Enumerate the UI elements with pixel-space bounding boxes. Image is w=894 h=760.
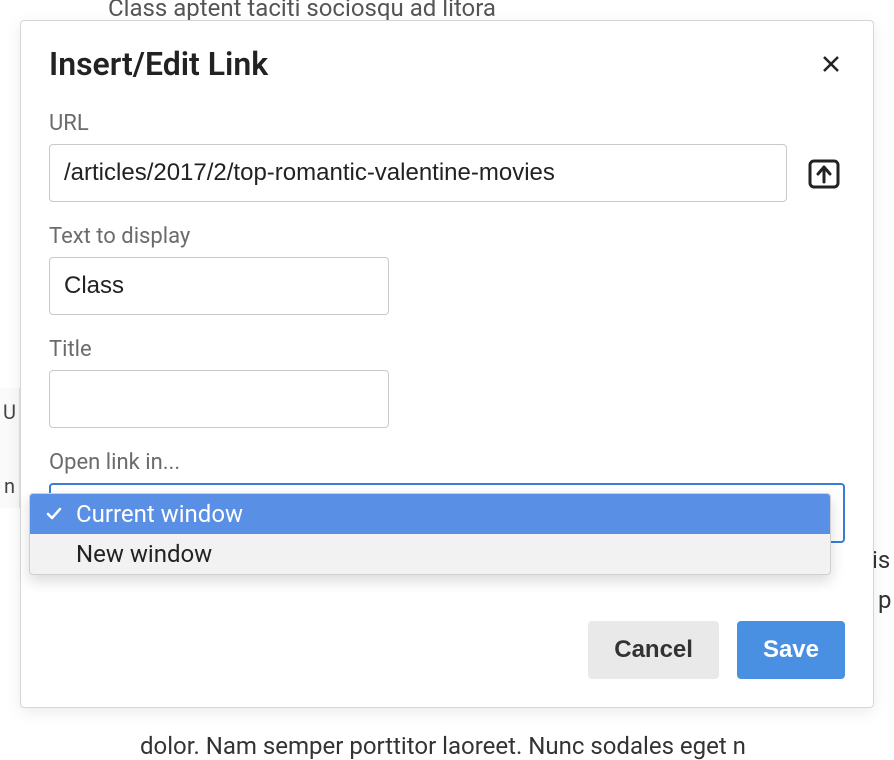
display-text-input[interactable]: [49, 257, 389, 315]
bg-text-right1: is: [872, 546, 890, 574]
link-picker-button[interactable]: [803, 152, 845, 194]
target-dropdown: Current window New window: [29, 493, 831, 575]
bg-text-right2: p: [878, 586, 891, 614]
sidebar-frag-text2: n: [0, 474, 19, 498]
target-label: Open link in...: [49, 450, 845, 475]
target-select-wrap: Current window New window: [49, 483, 845, 543]
url-input[interactable]: [49, 144, 787, 202]
sidebar-fragment: U n: [0, 388, 20, 508]
display-text-label: Text to display: [49, 224, 845, 249]
display-text-group: Text to display: [49, 224, 845, 315]
dialog-footer: Cancel Save: [49, 621, 845, 679]
target-option-new-window[interactable]: New window: [30, 534, 830, 574]
target-option-label: New window: [76, 540, 212, 568]
close-icon: [819, 52, 843, 76]
target-option-current-window[interactable]: Current window: [30, 494, 830, 534]
title-group: Title: [49, 337, 845, 428]
insert-link-dialog: Insert/Edit Link URL Text to display: [20, 20, 874, 708]
url-label: URL: [49, 111, 845, 136]
title-input[interactable]: [49, 370, 389, 428]
link-picker-icon: [806, 155, 842, 191]
target-group: Open link in... Current window New windo…: [49, 450, 845, 543]
cancel-button[interactable]: Cancel: [588, 621, 719, 679]
dialog-header: Insert/Edit Link: [49, 45, 845, 83]
close-button[interactable]: [817, 50, 845, 78]
target-option-label: Current window: [76, 500, 243, 528]
sidebar-frag-text: U: [0, 400, 19, 424]
url-row: [49, 144, 845, 202]
check-icon: [44, 504, 64, 524]
dialog-title: Insert/Edit Link: [49, 45, 268, 83]
title-label: Title: [49, 337, 845, 362]
url-group: URL: [49, 111, 845, 202]
bg-text-top: Class aptent taciti sociosqu ad litora: [108, 0, 496, 22]
save-button[interactable]: Save: [737, 621, 845, 679]
